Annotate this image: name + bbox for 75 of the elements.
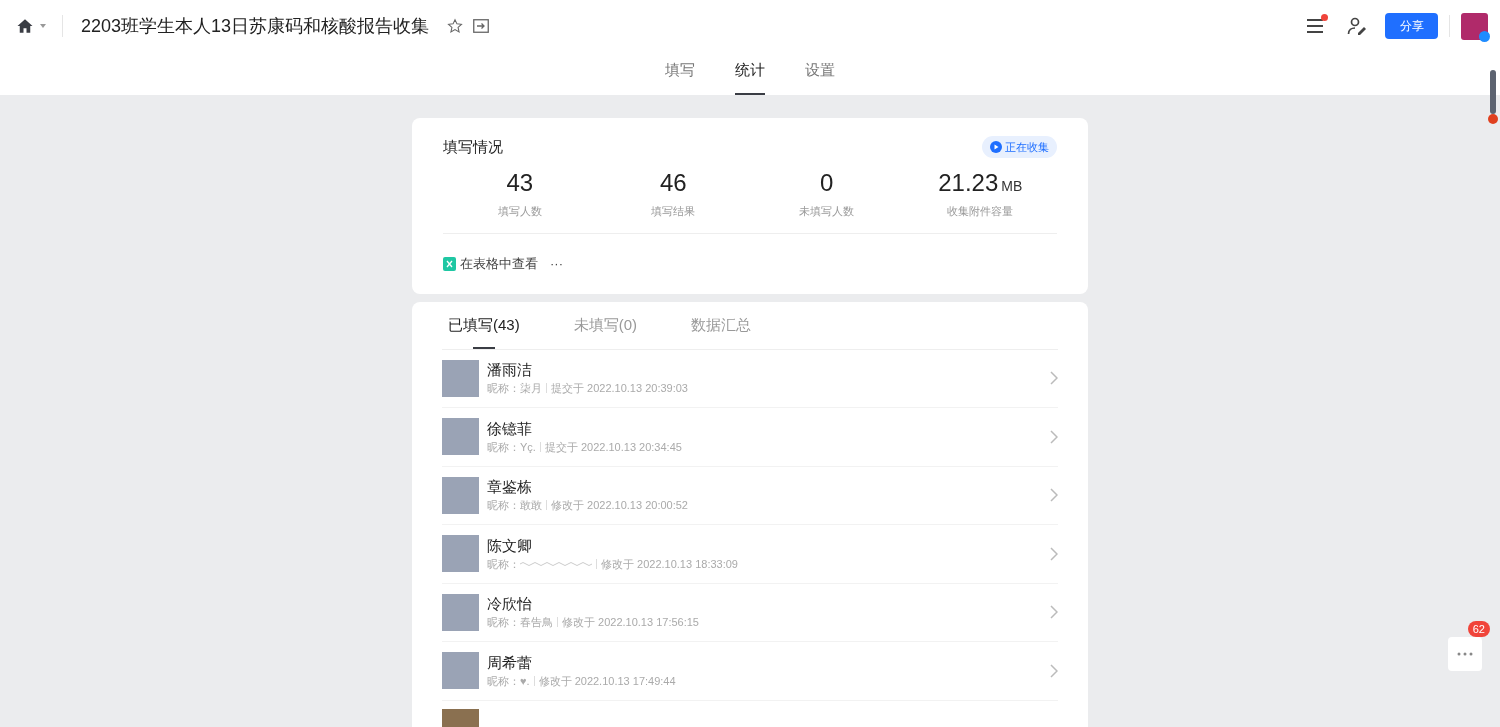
stat-value: 43 [506,167,534,198]
stat-label: 填写结果 [651,203,696,219]
person-name: 徐镱菲 [487,418,533,439]
submit-time: 修改于 2022.10.13 17:49:44 [538,673,676,689]
tab[interactable]: 设置 [805,52,835,95]
squiggle-icon [520,561,592,567]
chevron-right-icon [1050,663,1058,678]
count-badge: 62 [1467,621,1490,637]
tab[interactable]: 填写 [665,52,695,95]
stat-value: 21.23 [938,167,999,198]
photo-placeholder [442,359,479,397]
person-name: 章鉴栋 [487,477,533,498]
submit-time: 提交于 2022.10.13 20:39:03 [551,381,688,397]
submission-row[interactable]: 潘雨洁 昵称：柒月 提交于 2022.10.13 20:39:03 [442,349,1058,408]
nickname: Yç. [520,439,536,455]
submission-row[interactable]: 徐镱菲 昵称：Yç. 提交于 2022.10.13 20:34:45 [442,408,1058,467]
photo-placeholder [442,652,479,690]
scrollbar[interactable] [1490,70,1496,114]
chevron-right-icon [1050,371,1058,386]
home-icon[interactable] [16,17,34,35]
submission-row[interactable]: 陈文卿 昵称： 修改于 2022.10.13 18:33:09 [442,525,1058,584]
person-name: 潘雨洁 [487,360,533,381]
photo-placeholder [442,593,479,631]
nickname: ♥. [520,673,530,689]
share-button[interactable]: 分享 [1385,13,1438,39]
submission-row[interactable]: 冷欣怡 昵称：春告鳥 修改于 2022.10.13 17:56:15 [442,583,1058,642]
stat-label: 未填写人数 [799,203,855,219]
stat-unit: MB [1001,176,1023,196]
user-edit-icon[interactable] [1347,17,1367,35]
badge-icon [1479,30,1490,42]
more-icon [1457,652,1473,656]
chevron-right-icon [1050,429,1058,444]
chevron-right-icon [1050,546,1058,561]
submit-time: 提交于 2022.10.13 20:34:45 [544,439,682,455]
photo-placeholder [442,476,479,514]
stat-value: 0 [820,167,834,198]
stat-label: 填写人数 [497,203,542,219]
more-button[interactable]: ··· [550,254,563,274]
photo-placeholder [442,418,479,456]
nickname-label: 昵称： [487,556,520,572]
caret-icon[interactable] [40,24,46,28]
nickname: 敢敢 [520,498,542,514]
nickname-label: 昵称： [487,615,520,631]
nickname: 柒月 [520,381,542,397]
person-name: 冷欣怡 [487,594,533,615]
card-title: 填写情况 [443,137,503,157]
stat-value: 46 [659,167,687,198]
scroll-thumb-icon [1488,114,1498,124]
person-name: 陈文卿 [487,535,533,556]
nickname-label: 昵称： [487,381,520,397]
stat-label: 收集附件容量 [947,203,1014,219]
nickname: 春告鳥 [520,615,553,631]
tab[interactable]: 已填写(43) [442,314,526,349]
nickname-label: 昵称： [487,673,520,689]
submit-time: 修改于 2022.10.13 18:33:09 [601,556,738,572]
tab[interactable]: 统计 [735,52,765,95]
menu-icon[interactable] [1307,19,1323,33]
chevron-right-icon [1050,488,1058,503]
move-to-folder-icon[interactable] [473,19,490,33]
submission-row[interactable]: 章鉴栋 昵称：敢敢 修改于 2022.10.13 20:00:52 [442,466,1058,525]
view-in-table-link[interactable]: 在表格中查看 [460,254,538,274]
nickname-label: 昵称： [487,439,520,455]
avatar-placeholder[interactable] [1461,12,1488,40]
submission-row[interactable]: 周希蕾 昵称：♥. 修改于 2022.10.13 17:49:44 [442,642,1058,701]
person-name: 周希蕾 [487,652,533,673]
nickname-label: 昵称： [487,498,520,514]
chevron-right-icon [1050,605,1058,620]
play-icon [990,141,1002,154]
star-icon[interactable] [447,18,464,34]
photo-placeholder [442,535,479,573]
submit-time: 修改于 2022.10.13 17:56:15 [562,615,699,631]
spreadsheet-icon [443,256,456,271]
document-title: 2203班学生本人13日苏康码和核酸报告收集 [81,14,430,38]
submit-time: 修改于 2022.10.13 20:00:52 [551,498,688,514]
status-badge: 正在收集 [982,136,1057,159]
